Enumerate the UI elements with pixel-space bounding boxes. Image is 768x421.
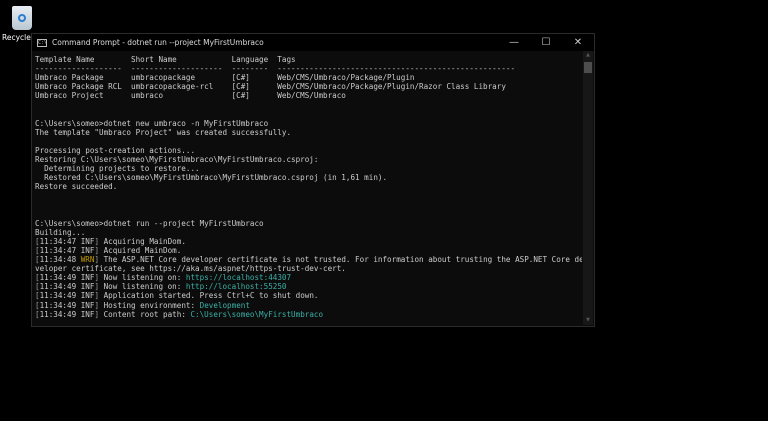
console-line: Restoring C:\Users\someo\MyFirstUmbraco\… bbox=[35, 155, 582, 164]
maximize-button[interactable]: ☐ bbox=[530, 37, 562, 48]
title-bar[interactable]: C:\ Command Prompt - dotnet run --projec… bbox=[32, 34, 594, 51]
console-value: https://localhost:44307 bbox=[185, 273, 292, 283]
scroll-up-arrow-icon[interactable]: ▲ bbox=[583, 51, 593, 60]
console-text: 11:34:49 INF bbox=[39, 291, 95, 301]
console-line: ------------------- --------------------… bbox=[35, 64, 582, 73]
console-line: [11:34:48 WRN] The ASP.NET Core develope… bbox=[35, 255, 582, 264]
prompt-line bbox=[35, 319, 582, 324]
minimize-button[interactable]: — bbox=[498, 37, 530, 48]
console-line: Determining projects to restore... bbox=[35, 164, 582, 173]
window-title: Command Prompt - dotnet run --project My… bbox=[52, 38, 264, 47]
console-value: http://localhost:55250 bbox=[185, 282, 287, 292]
console-output[interactable]: Template Name Short Name Language Tags --… bbox=[35, 55, 582, 324]
console-text: 11:34:47 INF bbox=[39, 245, 95, 255]
scroll-down-arrow-icon[interactable]: ▼ bbox=[583, 316, 593, 325]
console-line: veloper certificate, see https://aka.ms/… bbox=[35, 264, 582, 273]
console-text: Determining projects to restore... bbox=[35, 164, 200, 174]
console-text: 11:34:49 INF bbox=[39, 309, 95, 319]
console-text: Application started. Press Ctrl+C to shu… bbox=[99, 291, 319, 301]
console-text: 11:34:48 bbox=[39, 255, 81, 265]
console-line: [11:34:47 INF] Acquiring MainDom. bbox=[35, 237, 582, 246]
console-text: 11:34:49 INF bbox=[39, 273, 95, 283]
console-text: Content root path: bbox=[99, 309, 191, 319]
console-line: [11:34:47 INF] Acquired MainDom. bbox=[35, 246, 582, 255]
console-line: Umbraco Project umbraco [C#] Web/CMS/Umb… bbox=[35, 91, 582, 100]
console-line: Template Name Short Name Language Tags bbox=[35, 55, 582, 64]
command-prompt-window: C:\ Command Prompt - dotnet run --projec… bbox=[31, 33, 595, 327]
console-line: Building... bbox=[35, 228, 582, 237]
console-text: Umbraco Package RCL umbracopackage-rcl [… bbox=[35, 82, 506, 92]
console-text: Now listening on: bbox=[99, 273, 186, 283]
console-text: 11:34:49 INF bbox=[39, 300, 95, 310]
console-text: Processing post-creation actions... bbox=[35, 145, 196, 155]
console-line: [11:34:49 INF] Now listening on: http://… bbox=[35, 282, 582, 291]
console-line: Restored C:\Users\someo\MyFirstUmbraco\M… bbox=[35, 173, 582, 182]
console-line: Processing post-creation actions... bbox=[35, 146, 582, 155]
console-text: Acquiring MainDom. bbox=[99, 236, 186, 246]
console-value: Development bbox=[199, 300, 250, 310]
console-text: C:\Users\someo>dotnet run --project MyFi… bbox=[35, 218, 264, 228]
console-text: C:\Users\someo>dotnet new umbraco -n MyF… bbox=[35, 118, 269, 128]
console-text: Now listening on: bbox=[99, 282, 186, 292]
log-level-warning: WRN bbox=[80, 255, 95, 265]
console-text: Restore succeeded. bbox=[35, 182, 118, 192]
console-line: [11:34:49 INF] Application started. Pres… bbox=[35, 291, 582, 300]
console-line: [11:34:49 INF] Now listening on: https:/… bbox=[35, 273, 582, 282]
console-value: C:\Users\someo\MyFirstUmbraco bbox=[190, 309, 324, 319]
console-line: [11:34:49 INF] Hosting environment: Deve… bbox=[35, 301, 582, 310]
recycle-bin-icon bbox=[12, 6, 32, 30]
console-text: veloper certificate, see https://aka.ms/… bbox=[35, 264, 346, 274]
console-text: Hosting environment: bbox=[99, 300, 200, 310]
console-line: The template "Umbraco Project" was creat… bbox=[35, 128, 582, 137]
vertical-scrollbar[interactable]: ▲ ▼ bbox=[583, 51, 593, 325]
console-text: Building... bbox=[35, 227, 86, 237]
command-prompt-icon: C:\ bbox=[37, 38, 48, 47]
console-text: The template "Umbraco Project" was creat… bbox=[35, 127, 292, 137]
console-text: 11:34:47 INF bbox=[39, 236, 95, 246]
console-line: C:\Users\someo>dotnet run --project MyFi… bbox=[35, 219, 582, 228]
console-line: C:\Users\someo>dotnet new umbraco -n MyF… bbox=[35, 119, 582, 128]
console-line: [11:34:49 INF] Content root path: C:\Use… bbox=[35, 310, 582, 319]
console-line: Umbraco Package umbracopackage [C#] Web/… bbox=[35, 73, 582, 82]
console-text: Umbraco Package umbracopackage [C#] Web/… bbox=[35, 73, 415, 83]
console-text: 11:34:49 INF bbox=[39, 282, 95, 292]
console-text: Template Name Short Name Language Tags bbox=[35, 55, 296, 64]
console-text: Restoring C:\Users\someo\MyFirstUmbraco\… bbox=[35, 155, 319, 165]
close-button[interactable]: ✕ bbox=[562, 37, 594, 48]
console-text: The ASP.NET Core developer certificate i… bbox=[99, 255, 582, 265]
console-text: Acquired MainDom. bbox=[99, 245, 182, 255]
scroll-thumb[interactable] bbox=[584, 62, 592, 73]
console-line: Umbraco Package RCL umbracopackage-rcl [… bbox=[35, 82, 582, 91]
console-text: Restored C:\Users\someo\MyFirstUmbraco\M… bbox=[35, 173, 388, 183]
console-text: Umbraco Project umbraco [C#] Web/CMS/Umb… bbox=[35, 91, 346, 101]
console-line: Restore succeeded. bbox=[35, 182, 582, 191]
console-text: ------------------- --------------------… bbox=[35, 64, 516, 74]
